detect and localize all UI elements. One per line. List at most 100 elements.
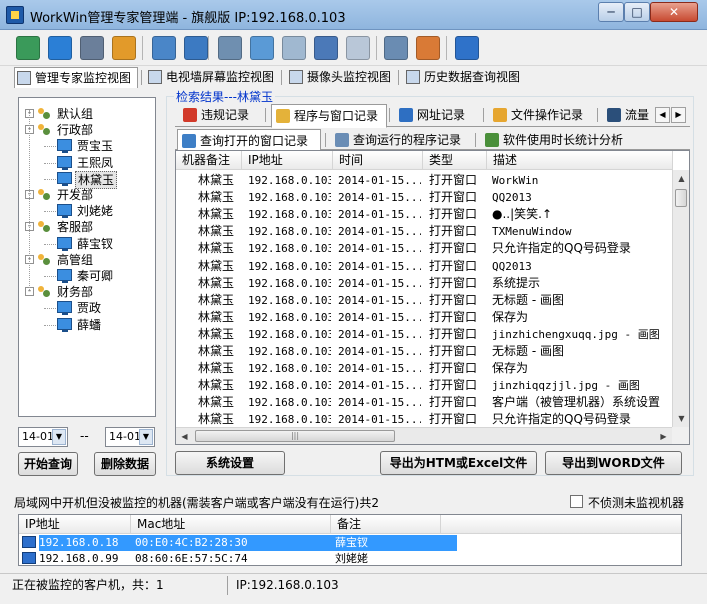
users-icon[interactable] [112,36,136,60]
table-row[interactable]: 林黛玉 192.168.0.103 2014-01-15... 打开窗口 保存为 [176,360,673,377]
tab-icon [607,108,621,122]
table-row[interactable]: 林黛玉 192.168.0.103 2014-01-15... 打开窗口 系统提示 [176,275,673,292]
window-record-tab[interactable]: 软件使用时长统计分析 [481,129,633,151]
chevron-down-icon[interactable]: ▼ [52,429,66,445]
list-column-header[interactable]: Mac地址 [131,515,331,534]
group-tree[interactable]: - 默认组 - 行政部 贾宝玉 王熙凤 林黛玉 - 开发部 刘姥姥 - 客服部 薛宝钗 - 高管组 秦可卿 - 财… [18,97,156,417]
table-cell: 192.168.0.103 [248,208,331,222]
date-from-picker[interactable]: 14-01 ▼ [18,427,68,447]
start-query-button[interactable]: 开始查询 [18,452,78,476]
tree-node-label: 秦可卿 [77,269,114,283]
close-button[interactable]: ✕ [650,2,698,22]
view-tab[interactable]: 管理专家监控视图 [14,67,138,88]
tree-node-label: 王熙凤 [77,155,114,170]
minimize-button[interactable]: ─ [598,2,624,22]
grid-column-header[interactable]: 机器备注 [176,151,242,170]
table-row[interactable]: 林黛玉 192.168.0.103 2014-01-15... 打开窗口 只允许指定的Q… [176,411,673,428]
table-row[interactable]: 林黛玉 192.168.0.103 2014-01-15... 打开窗口 jinzhiq… [176,377,673,394]
record-tab[interactable]: 文件操作记录 [489,104,593,126]
table-row[interactable]: 林黛玉 192.168.0.103 2014-01-15... 打开窗口 jinzhic… [176,326,673,343]
skip-detect-checkbox[interactable] [570,495,583,508]
tree-connector [29,110,30,290]
table-row[interactable]: 林黛玉 192.168.0.103 2014-01-15... 打开窗口 TXMenuW… [176,223,673,240]
graph-icon[interactable] [455,36,479,60]
table-cell: 保存为 [492,361,529,376]
tab-scroll-right-arrow[interactable]: ▶ [671,107,686,123]
date-to-picker[interactable]: 14-01 ▼ [105,427,155,447]
app-icon [6,6,24,24]
table-cell: 2014-01-15... [338,276,421,290]
system-settings-button[interactable]: 系统设置 [175,451,285,475]
table-cell: 林黛玉 [198,241,235,256]
back-arrow-icon[interactable] [250,36,274,60]
disc-icon[interactable] [346,36,370,60]
table-row[interactable]: 林黛玉 192.168.0.103 2014-01-15... 打开窗口 QQ2013 [176,258,673,275]
table-row[interactable]: 林黛玉 192.168.0.103 2014-01-15... 打开窗口 WorkWin [176,172,673,189]
table-row[interactable]: 林黛玉 192.168.0.103 2014-01-15... 打开窗口 客户端（被管理… [176,394,673,411]
table-cell: 林黛玉 [198,224,235,239]
table-cell: 打开窗口 [429,326,478,341]
list-column-header[interactable]: IP地址 [19,515,131,534]
view-tab[interactable]: 摄像头监控视图 [287,67,395,88]
computer-icon [57,301,72,316]
chevron-down-icon[interactable]: ▼ [139,429,153,445]
scroll-down-arrow[interactable]: ▼ [673,410,689,427]
export-word-button[interactable]: 导出到WORD文件 [545,451,682,475]
table-row[interactable]: 林黛玉 192.168.0.103 2014-01-15... 打开窗口 只允许指定的Q… [176,240,673,257]
maximize-button[interactable]: □ [624,2,650,22]
horizontal-scrollbar[interactable]: ◀ ||| ▶ [176,427,672,444]
record-tab[interactable]: 违规记录 [179,104,259,126]
table-row[interactable]: 林黛玉 192.168.0.103 2014-01-15... 打开窗口 无标题 - 画… [176,343,673,360]
delete-data-button[interactable]: 删除数据 [94,452,156,476]
globe-icon[interactable] [48,36,72,60]
tree-node-label: 薛蟠 [77,317,102,332]
record-tab[interactable]: 程序与窗口记录 [271,104,387,128]
screen-settings-icon[interactable] [80,36,104,60]
table-row[interactable]: 林黛玉 192.168.0.103 2014-01-15... 打开窗口 无标题 - 画… [176,292,673,309]
table-cell: 打开窗口 [429,173,478,187]
scroll-left-arrow[interactable]: ◀ [176,428,193,444]
vertical-scroll-thumb[interactable] [675,189,687,207]
schedule-icon[interactable] [416,36,440,60]
tab-icon [335,133,349,147]
grid-column-header[interactable]: 类型 [423,151,487,170]
tools-icon[interactable] [184,36,208,60]
scroll-up-arrow[interactable]: ▲ [673,170,689,187]
table-cell: 无标题 - 画图 [492,344,564,358]
grid-column-header[interactable]: IP地址 [242,151,333,170]
window-record-tab[interactable]: 查询运行的程序记录 [331,129,471,151]
list-column-header[interactable]: 备注 [331,515,441,534]
layers-icon[interactable] [16,36,40,60]
table-cell: 2014-01-15... [338,327,421,341]
tree-connector [44,211,56,213]
view-tab[interactable]: 历史数据查询视图 [404,67,530,88]
export-htm-excel-button[interactable]: 导出为HTM或Excel文件 [380,451,537,475]
table-cell: 打开窗口 [429,395,478,410]
window-record-tab[interactable]: 查询打开的窗口记录 [177,129,321,151]
server-icon[interactable] [384,36,408,60]
table-cell: 2014-01-15... [338,413,421,427]
monitor-icon[interactable] [218,36,242,60]
table-row[interactable]: 林黛玉 192.168.0.103 2014-01-15... 打开窗口 ●..|笑笑.… [176,206,673,223]
grid-column-header[interactable]: 时间 [333,151,423,170]
record-tab[interactable]: 流量 [603,104,653,126]
record-tab[interactable]: 网址记录 [395,104,479,126]
search-doc-icon[interactable] [282,36,306,60]
tab-scroll-left-arrow[interactable]: ◀ [655,107,670,123]
table-cell: 2014-01-15... [338,345,421,358]
horizontal-scroll-thumb[interactable]: ||| [195,430,395,442]
table-row[interactable]: 林黛玉 192.168.0.103 2014-01-15... 打开窗口 保存为 [176,309,673,326]
tab-separator [389,108,390,122]
network-icon[interactable] [152,36,176,60]
vertical-scrollbar[interactable]: ▲ ▼ [672,170,689,427]
windows-icon[interactable] [314,36,338,60]
scroll-right-arrow[interactable]: ▶ [655,428,672,444]
grid-column-header[interactable]: 描述 [487,151,673,170]
tree-node-label: 客服部 [57,220,94,235]
view-tab[interactable]: 电视墙屏幕监控视图 [146,67,278,88]
tree-connector [44,162,56,164]
list-item[interactable]: 192.168.0.99 08:60:6E:57:5C:74 刘姥姥 [19,551,681,565]
list-item[interactable]: 192.168.0.18 00:E0:4C:B2:28:30 薛宝钗 [19,535,681,551]
table-cell: 打开窗口 [429,292,478,307]
table-row[interactable]: 林黛玉 192.168.0.103 2014-01-15... 打开窗口 QQ2013 [176,189,673,206]
